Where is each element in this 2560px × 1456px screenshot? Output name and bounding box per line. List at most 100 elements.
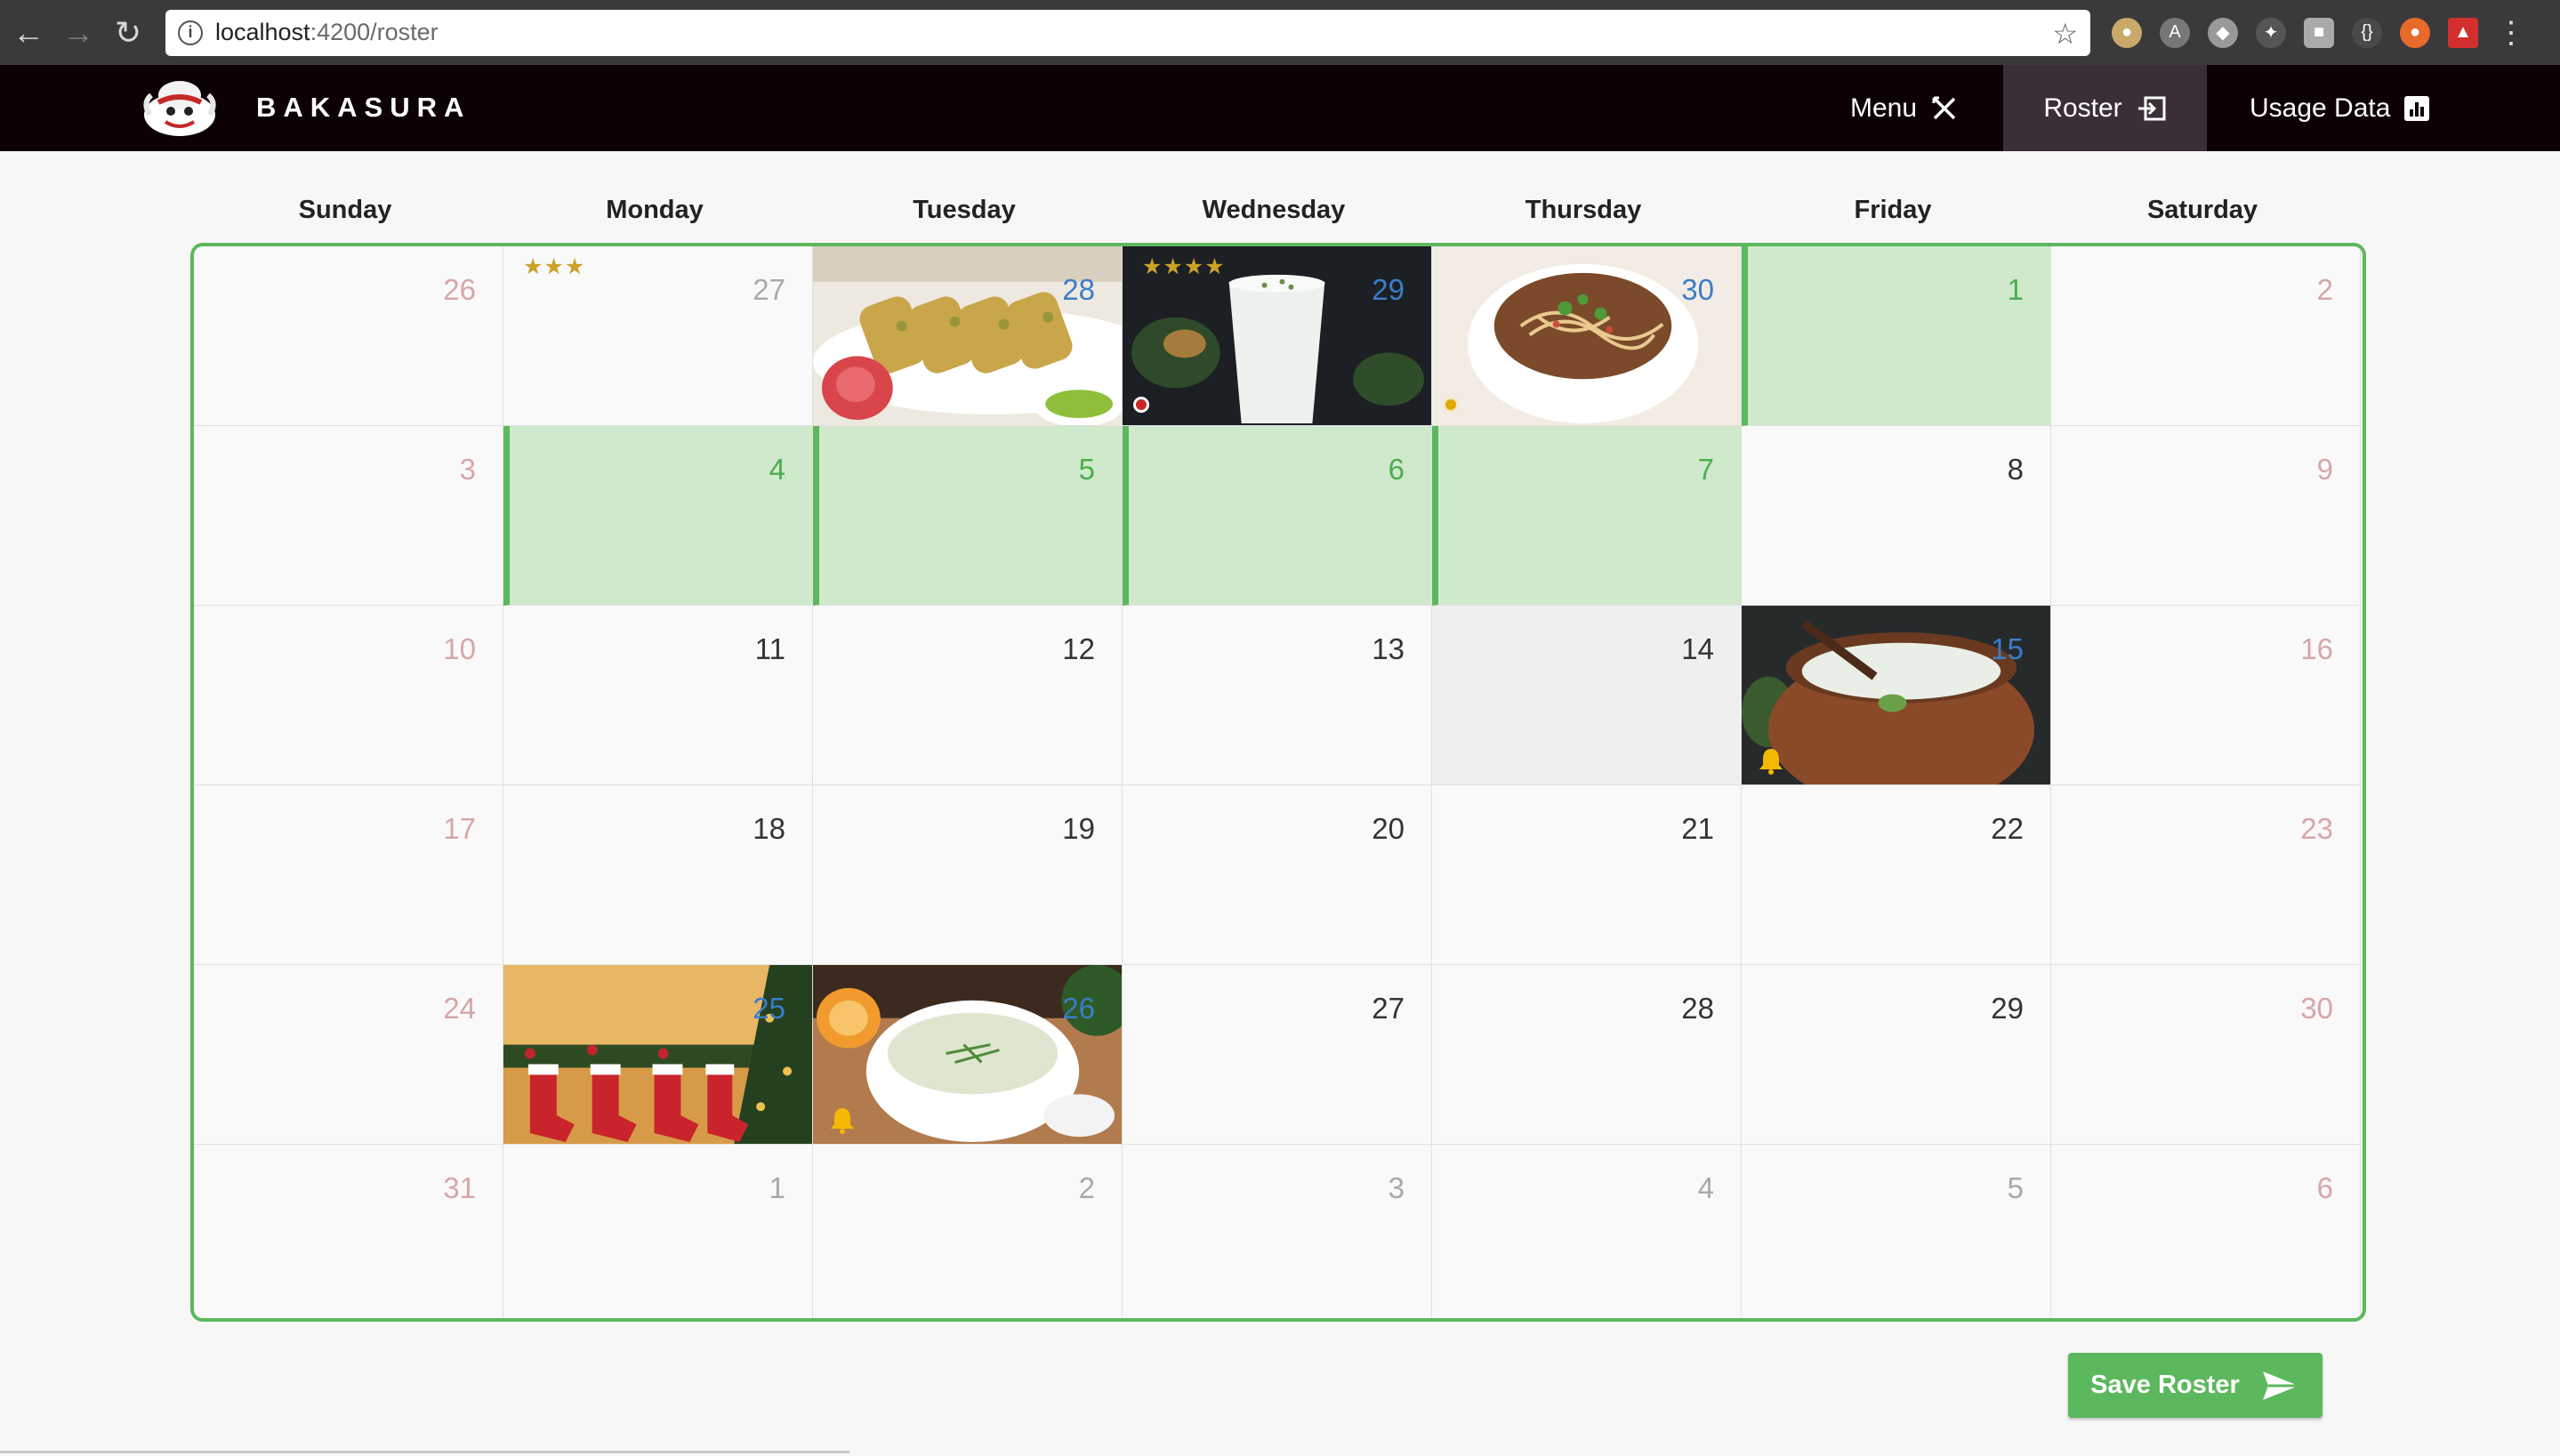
calendar-day-cell[interactable]: 4 xyxy=(503,426,813,606)
calendar-day-cell[interactable]: 21 xyxy=(1432,785,1742,965)
calendar-day-cell[interactable]: 12 xyxy=(813,606,1123,785)
calendar-day-cell[interactable]: 29 xyxy=(1742,965,2051,1145)
calendar-day-cell[interactable]: 2 xyxy=(813,1145,1123,1318)
square-extension-icon[interactable]: ■ xyxy=(2304,17,2334,48)
save-roster-button[interactable]: Save Roster xyxy=(2068,1353,2323,1418)
calendar-day-cell[interactable]: 17 xyxy=(194,785,503,965)
calendar-day-cell[interactable]: 14 xyxy=(1432,606,1742,785)
calendar-day-cell[interactable]: 28 xyxy=(813,246,1123,426)
forward-arrow-icon[interactable]: → xyxy=(53,8,103,58)
calendar-day-cell[interactable]: 3 xyxy=(1123,1145,1432,1318)
calendar-day-cell[interactable]: 1 xyxy=(503,1145,813,1318)
rating-stars: ★★★★ xyxy=(1142,254,1226,279)
calendar-day-cell[interactable]: 6 xyxy=(2051,1145,2361,1318)
calendar-day-cell[interactable]: 5 xyxy=(1742,1145,2051,1318)
angular-extension-icon[interactable]: A xyxy=(2160,17,2190,48)
day-number: 12 xyxy=(1062,632,1095,665)
brand-name[interactable]: BAKASURA xyxy=(256,92,471,124)
calendar-day-cell[interactable]: 26 xyxy=(194,246,503,426)
calendar-day-cell[interactable]: 5 xyxy=(813,426,1123,606)
nav-menu-label: Menu xyxy=(1850,93,1918,123)
calendar-day-cell[interactable]: 1 xyxy=(1742,246,2051,426)
calendar-day-cell[interactable]: 28 xyxy=(1432,965,1742,1145)
calendar-day-cell[interactable]: 7 xyxy=(1432,426,1742,606)
browser-toolbar: ← → ↻ i localhost:4200/roster ☆ ● A ◆ ✦ … xyxy=(0,0,2560,65)
bell-icon[interactable] xyxy=(1756,745,1786,776)
red-extension-icon[interactable]: ▲ xyxy=(2448,17,2478,48)
calendar-day-cell[interactable]: 2 xyxy=(2051,246,2361,426)
browser-menu-icon[interactable]: ⋮ xyxy=(2496,15,2526,51)
calendar-day-cell[interactable]: 18 xyxy=(503,785,813,965)
shield-extension-icon[interactable]: ◆ xyxy=(2208,17,2238,48)
calendar-day-cell[interactable]: 15 xyxy=(1742,606,2051,785)
day-number: 23 xyxy=(2300,812,2333,845)
nav-menu[interactable]: Menu xyxy=(1850,65,1960,151)
bookmark-star-icon[interactable]: ☆ xyxy=(2052,17,2078,51)
save-roster-label: Save Roster xyxy=(2090,1371,2240,1399)
calendar-day-cell[interactable]: 10 xyxy=(194,606,503,785)
day-number: 2 xyxy=(2316,273,2333,306)
day-number: 4 xyxy=(1697,1171,1714,1204)
day-number: 29 xyxy=(1991,992,2024,1025)
calendar-day-cell[interactable]: 25 xyxy=(503,965,813,1145)
rating-stars: ★★★ xyxy=(523,254,586,279)
calendar-day-cell[interactable]: 22 xyxy=(1742,785,2051,965)
horizontal-scrollbar[interactable] xyxy=(0,1451,849,1453)
calendar-day-cell[interactable]: 4 xyxy=(1432,1145,1742,1318)
calendar-day-cell[interactable]: 19 xyxy=(813,785,1123,965)
bell-icon[interactable] xyxy=(827,1105,857,1135)
day-number: 16 xyxy=(2300,632,2333,665)
nav-usage-label: Usage Data xyxy=(2250,93,2391,123)
calendar-day-cell[interactable]: 8 xyxy=(1742,426,2051,606)
calendar-day-cell[interactable]: 30 xyxy=(2051,965,2361,1145)
day-number: 18 xyxy=(753,812,785,845)
day-number: 19 xyxy=(1062,812,1095,845)
orange-extension-icon[interactable]: ● xyxy=(2400,17,2430,48)
day-number: 15 xyxy=(1991,632,2024,665)
roster-calendar: 26 ★★★ 27 28 ★★★★ 29 30 1 2 3 4 5 6 7 8 9 10 11 12 13 14 15 16… xyxy=(190,243,2366,1322)
calendar-day-cell[interactable]: ★★★ 27 xyxy=(503,246,813,426)
nav-usage-data[interactable]: Usage Data xyxy=(2250,65,2436,151)
day-number: 22 xyxy=(1991,812,2024,845)
calendar-day-cell[interactable]: ★★★★ 29 xyxy=(1123,246,1432,426)
day-number: 13 xyxy=(1372,632,1405,665)
calendar-day-cell[interactable]: 11 xyxy=(503,606,813,785)
day-number: 21 xyxy=(1681,812,1714,845)
calendar-day-cell[interactable]: 27 xyxy=(1123,965,1432,1145)
day-number: 20 xyxy=(1372,812,1405,845)
day-number: 11 xyxy=(754,632,785,665)
status-dot-icon xyxy=(1133,397,1149,413)
json-extension-icon[interactable]: {} xyxy=(2352,17,2382,48)
status-dot-icon xyxy=(1443,397,1459,413)
day-number: 28 xyxy=(1062,273,1095,306)
nav-roster[interactable]: Roster xyxy=(2003,65,2207,151)
url-text: localhost:4200/roster xyxy=(215,19,439,45)
calendar-day-cell[interactable]: 31 xyxy=(194,1145,503,1318)
day-number: 10 xyxy=(443,632,476,665)
calendar-day-cell[interactable]: 20 xyxy=(1123,785,1432,965)
day-number: 7 xyxy=(1697,453,1714,486)
calendar-day-cell[interactable]: 24 xyxy=(194,965,503,1145)
day-number: 27 xyxy=(1372,992,1405,1025)
calendar-day-cell[interactable]: 13 xyxy=(1123,606,1432,785)
calendar-day-cell[interactable]: 23 xyxy=(2051,785,2361,965)
calendar-day-cell[interactable]: 30 xyxy=(1432,246,1742,426)
back-arrow-icon[interactable]: ← xyxy=(4,8,53,58)
day-number: 30 xyxy=(1681,273,1714,306)
calendar-day-cell[interactable]: 26 xyxy=(813,965,1123,1145)
calendar-day-cell[interactable]: 3 xyxy=(194,426,503,606)
puzzle-extension-icon[interactable]: ✦ xyxy=(2256,17,2286,48)
info-icon[interactable]: i xyxy=(178,20,203,45)
day-number: 2 xyxy=(1078,1171,1095,1204)
day-number: 29 xyxy=(1372,273,1405,306)
day-number: 5 xyxy=(1078,453,1095,486)
weekday-header: Thursday xyxy=(1525,196,1642,224)
calendar-day-cell[interactable]: 9 xyxy=(2051,426,2361,606)
day-number: 3 xyxy=(459,453,476,486)
calendar-day-cell[interactable]: 16 xyxy=(2051,606,2361,785)
address-bar[interactable]: i localhost:4200/roster ☆ xyxy=(165,9,2090,56)
calendar-day-cell[interactable]: 6 xyxy=(1123,426,1432,606)
extension-icon[interactable]: ● xyxy=(2112,17,2142,48)
reload-icon[interactable]: ↻ xyxy=(103,8,153,58)
bakasura-logo-icon[interactable] xyxy=(139,76,221,141)
